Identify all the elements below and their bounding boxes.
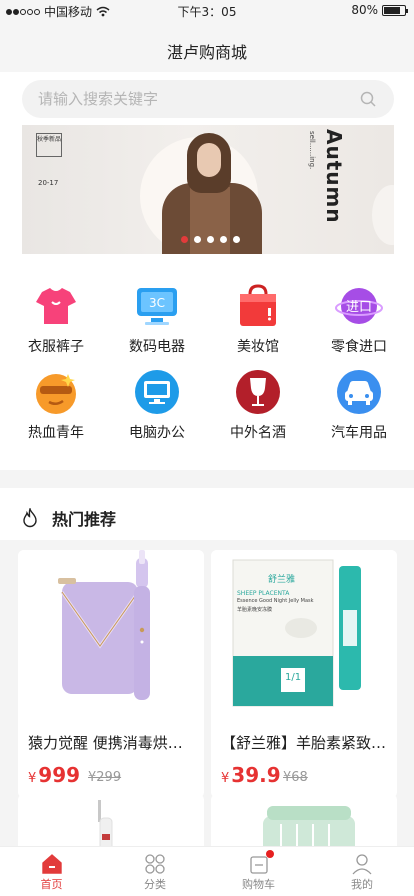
pagination-dot[interactable]	[233, 236, 240, 243]
banner-model-face	[197, 143, 221, 177]
product-price: ¥999	[28, 763, 80, 787]
price-currency: ¥	[28, 771, 37, 786]
banner-headline: Autumn	[322, 129, 346, 224]
category-item[interactable]: 衣服裤子	[6, 282, 106, 356]
battery-icon	[382, 4, 408, 16]
box-badge: 1/1	[285, 672, 302, 683]
svg-text:3C: 3C	[149, 296, 165, 310]
cart-badge	[265, 850, 274, 858]
category-item[interactable]: 汽车用品	[309, 368, 409, 442]
bottom-tab-bar: 首页 分类 购物车 我的	[0, 846, 414, 896]
tab-label: 购物车	[242, 878, 275, 891]
product-list: 猿力觉醒 便携消毒烘干电动牙刷 ¥999 ¥299 舒兰雅 SHEEP PLAC…	[0, 540, 414, 864]
category-item[interactable]: 进口 零食进口	[309, 282, 409, 356]
banner-deco	[372, 185, 394, 245]
price-currency: ¥	[221, 771, 230, 786]
price-value: 999	[38, 763, 81, 787]
box-line2: Essence Good Night Jelly Mask	[237, 598, 314, 604]
price-value: 39.9	[231, 763, 281, 787]
product-card[interactable]: 舒兰雅 SHEEP PLACENTA Essence Good Night Je…	[211, 550, 397, 798]
category-item[interactable]: 3C 数码电器	[107, 282, 207, 356]
category-label: 中外名酒	[230, 425, 286, 441]
tab-label: 分类	[144, 878, 166, 891]
category-item[interactable]: 电脑办公	[107, 368, 207, 442]
category-label: 零食进口	[331, 339, 387, 355]
category-label: 数码电器	[129, 339, 185, 355]
cart-icon	[248, 850, 274, 875]
wine-glass-icon	[234, 368, 282, 416]
page-title: 湛卢购商城	[166, 43, 247, 62]
category-label: 热血青年	[28, 425, 84, 441]
home-icon	[41, 853, 63, 875]
category-item[interactable]: 美妆馆	[208, 282, 308, 356]
product-image-toothbrush	[18, 550, 204, 720]
tab-label: 我的	[351, 878, 373, 891]
battery-fill	[384, 6, 400, 14]
tab-user[interactable]: 我的	[311, 847, 414, 896]
category-label: 汽车用品	[331, 425, 387, 441]
pagination-dot[interactable]	[207, 236, 214, 243]
pagination-dot[interactable]	[220, 236, 227, 243]
product-name: 猿力觉醒 便携消毒烘干电动牙刷	[28, 734, 194, 752]
pagination-dot[interactable]	[194, 236, 201, 243]
banner-tag: 秋季新品	[36, 133, 62, 157]
category-item[interactable]: 热血青年	[6, 368, 106, 442]
car-icon	[335, 368, 383, 416]
promo-banner[interactable]: 秋季新品 20-17 sell......ing. Autumn	[22, 125, 394, 254]
search-icon[interactable]	[360, 91, 376, 107]
banner-model-sweater	[190, 187, 230, 254]
hot-section-title: 热门推荐	[52, 510, 117, 529]
product-old-price: ¥299	[88, 770, 122, 785]
product-name: 【舒兰雅】羊胎素紧致补水面膜	[221, 734, 387, 752]
fire-icon	[23, 508, 37, 528]
banner-side-text: sell......ing.	[308, 131, 316, 170]
import-planet-icon: 进口	[335, 282, 383, 330]
box-line1: SHEEP PLACENTA	[237, 590, 290, 597]
pagination-dot[interactable]	[181, 236, 188, 243]
user-icon	[351, 853, 373, 875]
category-label: 美妆馆	[237, 339, 279, 355]
svg-text:进口: 进口	[346, 300, 372, 315]
cool-face-icon	[32, 368, 80, 416]
box-line3: 羊胎素晚安冻膜	[237, 607, 273, 613]
tshirt-icon	[32, 282, 80, 330]
product-image-face-mask	[211, 550, 397, 720]
tab-home[interactable]: 首页	[0, 847, 103, 896]
tab-category-grid[interactable]: 分类	[104, 847, 207, 896]
tab-cart[interactable]: 购物车	[207, 847, 310, 896]
product-price: ¥39.9	[221, 763, 281, 787]
box-brand: 舒兰雅	[268, 575, 296, 585]
battery-percent: 80%	[351, 3, 378, 17]
hot-section-header: 热门推荐	[0, 488, 414, 546]
monitor-3c-icon: 3C	[133, 282, 181, 330]
gift-bag-icon	[234, 282, 282, 330]
status-bar: 中国移动 下午3：05 80%	[0, 0, 414, 22]
computer-icon	[133, 368, 181, 416]
category-item[interactable]: 中外名酒	[208, 368, 308, 442]
banner-pagination	[181, 236, 240, 243]
category-grid-icon	[144, 853, 166, 875]
tab-label: 首页	[40, 878, 63, 891]
category-label: 电脑办公	[129, 425, 185, 441]
search-bar	[0, 72, 414, 124]
product-card[interactable]: 猿力觉醒 便携消毒烘干电动牙刷 ¥999 ¥299	[18, 550, 204, 798]
app-header: 湛卢购商城	[0, 22, 414, 72]
search-input[interactable]	[22, 80, 394, 118]
status-right: 80%	[351, 3, 408, 17]
banner-date: 20-17	[38, 179, 59, 187]
product-old-price: ¥68	[283, 770, 308, 785]
section-divider	[0, 470, 414, 488]
category-label: 衣服裤子	[28, 339, 84, 355]
